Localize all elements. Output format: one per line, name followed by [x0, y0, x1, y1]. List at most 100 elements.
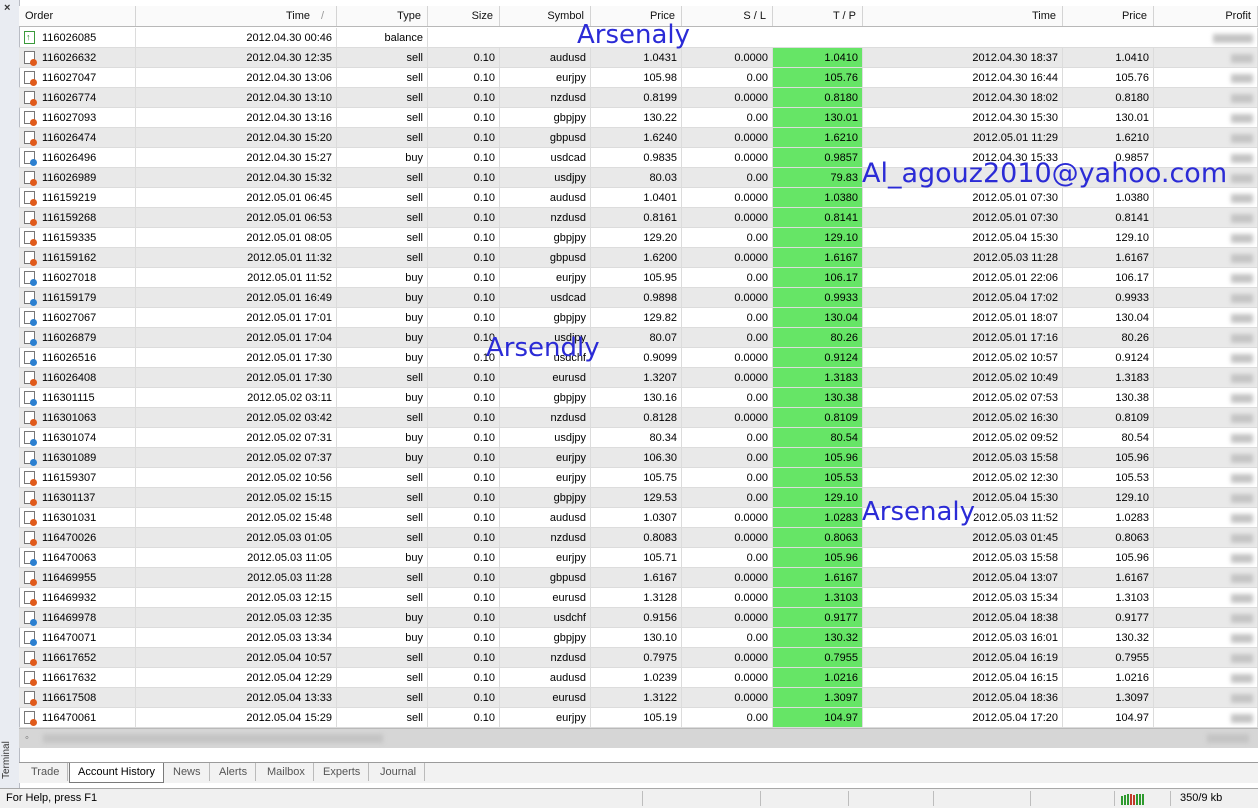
cell-stop-loss: 0.00: [682, 328, 773, 348]
cell-close-price: 0.8063: [1063, 528, 1154, 548]
table-row[interactable]: 116301137 2012.05.02 15:15 sell 0.10 gbpjpy 1…: [19, 488, 1258, 508]
tab-trade[interactable]: Trade: [23, 763, 69, 781]
table-row[interactable]: 116617508 2012.05.04 13:33 sell 0.10 eurusd 1…: [19, 688, 1258, 708]
tab-news[interactable]: News: [165, 763, 210, 781]
cell-open-time: 2012.05.04 12:29: [136, 668, 337, 688]
cell-take-profit: 1.3183: [773, 368, 863, 388]
table-row[interactable]: 116027018 2012.05.01 11:52 buy 0.10 eurjpy 10…: [19, 268, 1258, 288]
cell-open-price: 1.6167: [591, 568, 682, 588]
table-row[interactable]: 116159162 2012.05.01 11:32 sell 0.10 gbpusd 1…: [19, 248, 1258, 268]
table-row[interactable]: 116617632 2012.05.04 12:29 sell 0.10 audusd 1…: [19, 668, 1258, 688]
cell-close-time: 2012.04.30 16:44: [863, 68, 1063, 88]
cell-symbol: gbpjpy: [500, 228, 591, 248]
table-row[interactable]: 116469978 2012.05.03 12:35 buy 0.10 usdchf 0.…: [19, 608, 1258, 628]
table-row[interactable]: 116469932 2012.05.03 12:15 sell 0.10 eurusd 1…: [19, 588, 1258, 608]
cell-order: 116027018: [19, 268, 136, 288]
cell-close-time: 2012.05.02 12:30: [863, 468, 1063, 488]
cell-open-price: 80.07: [591, 328, 682, 348]
column-header-profit[interactable]: Profit: [1154, 6, 1258, 26]
table-row[interactable]: 116159219 2012.05.01 06:45 sell 0.10 audusd 1…: [19, 188, 1258, 208]
table-row[interactable]: 116301074 2012.05.02 07:31 buy 0.10 usdjpy 80…: [19, 428, 1258, 448]
cell-type: sell: [337, 588, 428, 608]
table-row[interactable]: 116026516 2012.05.01 17:30 buy 0.10 usdchf 0.…: [19, 348, 1258, 368]
table-row[interactable]: 116470026 2012.05.03 01:05 sell 0.10 nzdusd 0…: [19, 528, 1258, 548]
column-header-close-time[interactable]: Time: [863, 6, 1063, 26]
cell-symbol: nzdusd: [500, 648, 591, 668]
cell-close-price: 130.04: [1063, 308, 1154, 328]
tab-account-history[interactable]: Account History: [69, 763, 165, 783]
cell-symbol: gbpjpy: [500, 628, 591, 648]
tab-journal[interactable]: Journal: [372, 763, 426, 781]
table-row[interactable]: 116470071 2012.05.03 13:34 buy 0.10 gbpjpy 13…: [19, 628, 1258, 648]
cell-close-price: 1.0283: [1063, 508, 1154, 528]
table-row[interactable]: 116301089 2012.05.02 07:37 buy 0.10 eurjpy 10…: [19, 448, 1258, 468]
tab-alerts[interactable]: Alerts: [211, 763, 257, 781]
cell-close-price: 129.10: [1063, 488, 1154, 508]
cell-take-profit: 1.0380: [773, 188, 863, 208]
column-header-size[interactable]: Size: [428, 6, 500, 26]
cell-size: 0.10: [428, 508, 500, 528]
table-row[interactable]: 116027093 2012.04.30 13:16 sell 0.10 gbpjpy 1…: [19, 108, 1258, 128]
cell-close-time: 2012.05.02 10:49: [863, 368, 1063, 388]
cell-close-price: 1.0410: [1063, 48, 1154, 68]
cell-symbol: usdjpy: [500, 168, 591, 188]
column-header-order[interactable]: Order: [19, 6, 136, 26]
tab-mailbox[interactable]: Mailbox: [259, 763, 314, 781]
cell-take-profit: 1.0410: [773, 48, 863, 68]
table-row[interactable]: 116301063 2012.05.02 03:42 sell 0.10 nzdusd 0…: [19, 408, 1258, 428]
table-row[interactable]: 116159307 2012.05.02 10:56 sell 0.10 eurjpy 1…: [19, 468, 1258, 488]
table-row[interactable]: 116301115 2012.05.02 03:11 buy 0.10 gbpjpy 13…: [19, 388, 1258, 408]
table-row[interactable]: 116470063 2012.05.03 11:05 buy 0.10 eurjpy 10…: [19, 548, 1258, 568]
table-row[interactable]: 116027067 2012.05.01 17:01 buy 0.10 gbpjpy 12…: [19, 308, 1258, 328]
table-row[interactable]: 116617652 2012.05.04 10:57 sell 0.10 nzdusd 0…: [19, 648, 1258, 668]
cell-profit: [1154, 268, 1258, 288]
cell-symbol: eurusd: [500, 588, 591, 608]
cell-stop-loss: 0.0000: [682, 648, 773, 668]
cell-order: 116159307: [19, 468, 136, 488]
table-row[interactable]: 116026632 2012.04.30 12:35 sell 0.10 audusd 1…: [19, 48, 1258, 68]
cell-stop-loss: 0.0000: [682, 668, 773, 688]
cell-profit: [1154, 188, 1258, 208]
cell-take-profit: 1.3103: [773, 588, 863, 608]
table-row[interactable]: 116026879 2012.05.01 17:04 buy 0.10 usdjpy 80…: [19, 328, 1258, 348]
column-header-sl[interactable]: S / L: [682, 6, 773, 26]
table-row[interactable]: 116159268 2012.05.01 06:53 sell 0.10 nzdusd 0…: [19, 208, 1258, 228]
cell-close-price: 80.26: [1063, 328, 1154, 348]
cell-order: 116027067: [19, 308, 136, 328]
close-icon[interactable]: ×: [4, 2, 10, 14]
cell-symbol: usdchf: [500, 608, 591, 628]
cell-stop-loss: 0.0000: [682, 128, 773, 148]
cell-size: 0.10: [428, 128, 500, 148]
cell-open-price: 130.22: [591, 108, 682, 128]
table-row[interactable]: 116026408 2012.05.01 17:30 sell 0.10 eurusd 1…: [19, 368, 1258, 388]
cell-size: 0.10: [428, 448, 500, 468]
table-row[interactable]: 116469955 2012.05.03 11:28 sell 0.10 gbpusd 1…: [19, 568, 1258, 588]
cell-symbol: usdjpy: [500, 428, 591, 448]
cell-open-time: 2012.05.01 17:30: [136, 368, 337, 388]
cell-open-time: 2012.05.02 07:37: [136, 448, 337, 468]
table-row[interactable]: 116159335 2012.05.01 08:05 sell 0.10 gbpjpy 1…: [19, 228, 1258, 248]
column-header-time[interactable]: Time: [136, 6, 337, 26]
cell-close-price: 80.54: [1063, 428, 1154, 448]
cell-symbol: gbpusd: [500, 128, 591, 148]
column-header-close-price[interactable]: Price: [1063, 6, 1154, 26]
table-row[interactable]: 116026774 2012.04.30 13:10 sell 0.10 nzdusd 0…: [19, 88, 1258, 108]
cell-take-profit: 80.54: [773, 428, 863, 448]
table-row[interactable]: 116159179 2012.05.01 16:49 buy 0.10 usdcad 0.…: [19, 288, 1258, 308]
cell-open-time: 2012.05.01 08:05: [136, 228, 337, 248]
cell-type: sell: [337, 228, 428, 248]
cell-take-profit: 1.6210: [773, 128, 863, 148]
column-header-tp[interactable]: T / P: [773, 6, 863, 26]
cell-profit: [1154, 128, 1258, 148]
table-row[interactable]: 116027047 2012.04.30 13:06 sell 0.10 eurjpy 1…: [19, 68, 1258, 88]
cell-close-price: 1.6167: [1063, 568, 1154, 588]
table-row[interactable]: 116026474 2012.04.30 15:20 sell 0.10 gbpusd 1…: [19, 128, 1258, 148]
tab-experts[interactable]: Experts: [315, 763, 370, 781]
table-row[interactable]: 116470061 2012.05.04 15:29 sell 0.10 eurjpy 1…: [19, 708, 1258, 728]
cell-profit: [1154, 708, 1258, 728]
column-header-type[interactable]: Type: [337, 6, 428, 26]
cell-symbol: eurjpy: [500, 468, 591, 488]
table-row[interactable]: 116301031 2012.05.02 15:48 sell 0.10 audusd 1…: [19, 508, 1258, 528]
cell-close-price: 130.01: [1063, 108, 1154, 128]
cell-symbol: audusd: [500, 668, 591, 688]
